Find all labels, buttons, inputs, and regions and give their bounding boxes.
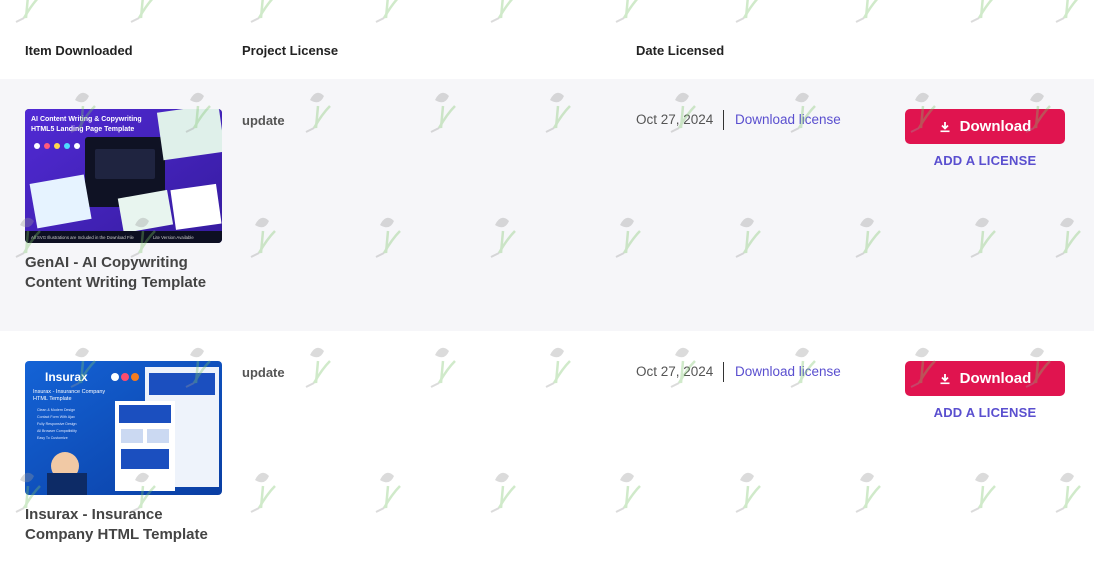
thumb-title-line1: Insurax - Insurance Company bbox=[33, 389, 105, 395]
thumb-footer-right: Lite Version Available bbox=[153, 235, 194, 240]
thumb-feature: Contact Form With Ajax bbox=[37, 415, 75, 419]
download-button[interactable]: Download bbox=[905, 109, 1065, 144]
thumb-feature: All Browser Compatibility bbox=[37, 429, 77, 433]
date-licensed-value: Oct 27, 2024 bbox=[636, 112, 714, 127]
thumb-feature: Fully Responsive Design bbox=[37, 422, 77, 426]
thumb-title-line2: HTML5 Landing Page Template bbox=[31, 126, 134, 133]
download-button-label: Download bbox=[959, 370, 1032, 387]
add-license-link[interactable]: ADD A LICENSE bbox=[905, 153, 1065, 168]
column-header-item-downloaded: Item Downloaded bbox=[25, 43, 133, 58]
column-header-project-license: Project License bbox=[242, 43, 339, 58]
item-title[interactable]: Insurax - Insurance Company HTML Templat… bbox=[25, 505, 225, 545]
project-license-value: update bbox=[242, 113, 285, 128]
download-icon bbox=[940, 121, 950, 132]
project-license-value: update bbox=[242, 365, 285, 380]
item-thumbnail[interactable]: Insurax Insurax - Insurance Company HTML… bbox=[25, 361, 222, 495]
download-icon bbox=[940, 373, 950, 384]
download-license-link[interactable]: Download license bbox=[735, 112, 841, 127]
download-button[interactable]: Download bbox=[905, 361, 1065, 396]
column-header-date-licensed: Date Licensed bbox=[636, 43, 725, 58]
date-licensed-value: Oct 27, 2024 bbox=[636, 364, 714, 379]
thumb-feature: Clean & Modern Design bbox=[37, 408, 75, 412]
item-thumbnail[interactable]: AI Content Writing & Copywriting HTML5 L… bbox=[25, 109, 222, 243]
table-header: Item Downloaded Project License Date Lic… bbox=[0, 0, 1099, 79]
divider bbox=[723, 362, 724, 382]
download-license-link[interactable]: Download license bbox=[735, 364, 841, 379]
thumb-title-line1: AI Content Writing & Copywriting bbox=[31, 116, 142, 123]
thumb-title-line2: HTML Template bbox=[33, 396, 72, 402]
download-button-label: Download bbox=[959, 118, 1032, 135]
add-license-link[interactable]: ADD A LICENSE bbox=[905, 405, 1065, 420]
table-row: Insurax Insurax - Insurance Company HTML… bbox=[0, 331, 1094, 580]
thumb-feature: Easy To Customize bbox=[37, 436, 68, 440]
table-row: AI Content Writing & Copywriting HTML5 L… bbox=[0, 79, 1094, 331]
thumb-footer-left: All SVG Illustrations are Included in th… bbox=[31, 235, 135, 240]
divider bbox=[723, 110, 724, 130]
thumb-brand: Insurax bbox=[45, 370, 88, 384]
item-title[interactable]: GenAI - AI Copywriting Content Writing T… bbox=[25, 253, 225, 293]
